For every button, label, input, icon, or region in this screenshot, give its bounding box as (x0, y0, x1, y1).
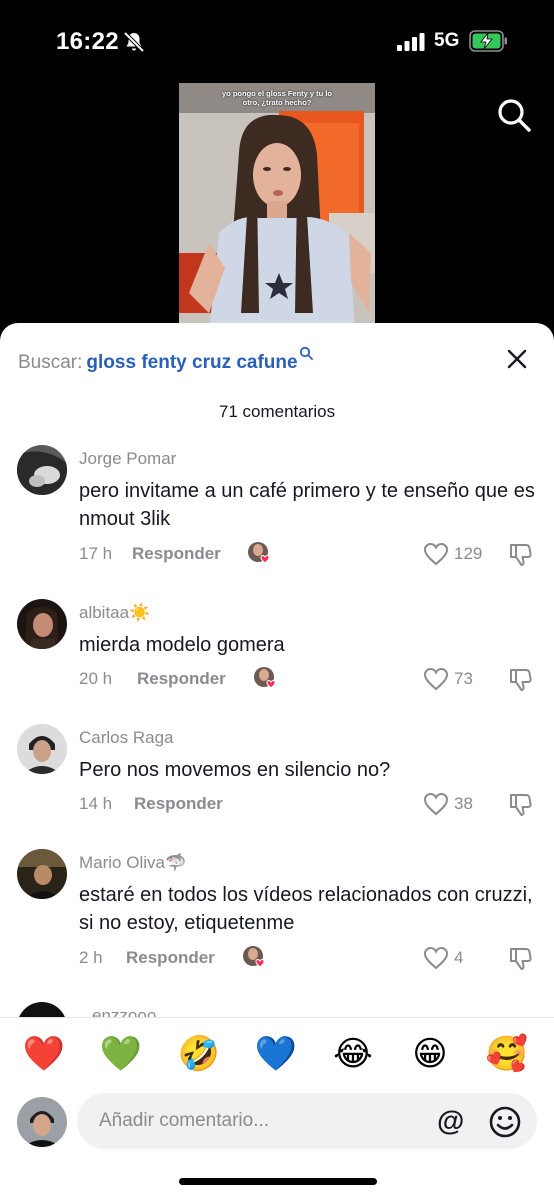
reply-button[interactable]: Responder (126, 948, 215, 968)
video-caption: yo pongo el gloss Fenty y tu lo otro, ¿t… (221, 89, 332, 107)
network-type: 5G (434, 30, 460, 51)
comment-username[interactable]: Carlos Raga (79, 728, 174, 748)
comment-composer-bar: ❤️ 💚 🤣 💙 😂 😁 🥰 @ (0, 1017, 554, 1200)
comment-text: mierda modelo gomera (79, 634, 285, 656)
dislike-icon[interactable] (507, 541, 533, 567)
avatar[interactable] (17, 724, 67, 774)
like-heart-icon[interactable] (423, 792, 449, 816)
username-emoji: ☀️ (129, 603, 151, 622)
emoji-picker-icon[interactable] (488, 1105, 522, 1139)
comment-username[interactable]: Jorge Pomar (79, 449, 176, 469)
reply-button[interactable]: Responder (134, 794, 223, 814)
emoji-blue-heart-button[interactable]: 💙 (254, 1032, 298, 1076)
username-text: albitaa (79, 603, 130, 622)
like-heart-icon[interactable] (423, 667, 449, 691)
like-count: 73 (454, 669, 473, 688)
comments-count: 71 comentarios (218, 402, 336, 421)
comment-text: pero invitame a un café primero y te ens… (79, 480, 535, 530)
bell-slash-icon (123, 31, 145, 53)
search-prefix: Buscar: (18, 352, 83, 373)
emoji-green-heart-button[interactable]: 💚 (99, 1032, 143, 1076)
reply-button[interactable]: Responder (137, 669, 226, 689)
creator-liked-icon (254, 667, 276, 689)
emoji-grin-button[interactable]: 😁 (408, 1032, 452, 1076)
comment-time: 2 h (79, 948, 103, 967)
comment-username[interactable]: albitaa☀️ (79, 603, 150, 623)
avatar[interactable] (17, 599, 67, 649)
comment-text: Pero nos movemos en silencio no? (79, 759, 391, 781)
creator-liked-icon (248, 542, 270, 564)
comments-sheet: Buscar: gloss fenty cruz cafune 71 coment… (0, 323, 554, 1200)
home-indicator[interactable] (179, 1178, 377, 1185)
reply-button[interactable]: Responder (132, 544, 221, 564)
creator-liked-icon (243, 946, 265, 968)
comment-text: estaré en todos los vídeos relacionados … (79, 884, 533, 934)
dislike-icon[interactable] (507, 791, 533, 817)
search-icon[interactable] (496, 97, 532, 133)
emoji-rofl-button[interactable]: 🤣 (177, 1032, 221, 1076)
like-count: 129 (454, 544, 483, 563)
battery-charging-icon (469, 30, 507, 52)
username-text: Carlos Raga (79, 728, 174, 747)
comment-username[interactable]: Mario Oliva🦈 (79, 853, 186, 873)
video-thumbnail[interactable]: yo pongo el gloss Fenty y tu lo otro, ¿t… (179, 83, 375, 333)
comment-time: 14 h (79, 794, 113, 813)
username-text: Jorge Pomar (79, 449, 177, 468)
username-emoji: 🦈 (164, 853, 187, 872)
search-small-icon (299, 346, 313, 360)
dislike-icon[interactable] (507, 945, 533, 971)
username-text: Mario Oliva (79, 853, 165, 872)
my-avatar (17, 1097, 67, 1147)
video-frame-image (179, 83, 375, 333)
emoji-smiling-hearts-button[interactable]: 🥰 (485, 1032, 529, 1076)
comment-time: 17 h (79, 544, 113, 563)
search-query-link[interactable]: gloss fenty cruz cafune (86, 352, 297, 373)
like-heart-icon[interactable] (423, 946, 449, 970)
comment-input[interactable] (77, 1093, 537, 1149)
avatar[interactable] (17, 849, 67, 899)
related-search[interactable]: Buscar: gloss fenty cruz cafune (18, 346, 313, 374)
like-count: 38 (454, 794, 473, 813)
status-time: 16:22 (56, 28, 119, 55)
mention-button[interactable]: @ (437, 1105, 464, 1137)
close-icon[interactable] (505, 347, 529, 371)
dislike-icon[interactable] (507, 666, 533, 692)
comment-time: 20 h (79, 669, 113, 688)
screen: 16:22 5G yo pongo el gloss Fenty y tu lo… (0, 0, 554, 1200)
like-count: 4 (454, 948, 464, 967)
like-heart-icon[interactable] (423, 542, 449, 566)
emoji-tears-of-joy-button[interactable]: 😂 (331, 1032, 375, 1076)
signal-icon (397, 33, 425, 51)
emoji-red-heart-button[interactable]: ❤️ (22, 1032, 66, 1076)
avatar[interactable] (17, 445, 67, 495)
